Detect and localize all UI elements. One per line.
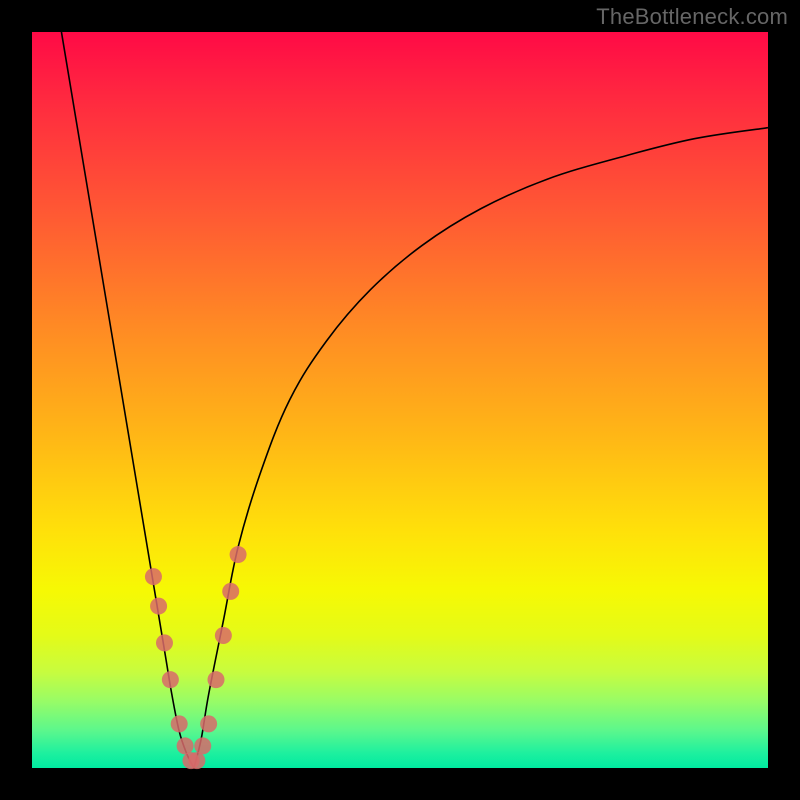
data-marker (150, 598, 167, 615)
data-marker (162, 671, 179, 688)
curve-left-branch (61, 32, 193, 768)
plot-area (32, 32, 768, 768)
watermark-text: TheBottleneck.com (596, 4, 788, 30)
data-marker (194, 737, 211, 754)
data-marker (222, 583, 239, 600)
data-marker (171, 715, 188, 732)
data-marker (156, 634, 173, 651)
data-marker (188, 752, 205, 769)
data-marker (200, 715, 217, 732)
data-marker (215, 627, 232, 644)
data-marker (145, 568, 162, 585)
data-marker (230, 546, 247, 563)
curve-right-branch (194, 128, 768, 768)
data-marker (177, 737, 194, 754)
chart-frame: TheBottleneck.com (0, 0, 800, 800)
data-marker (208, 671, 225, 688)
bottleneck-curve (32, 32, 768, 768)
